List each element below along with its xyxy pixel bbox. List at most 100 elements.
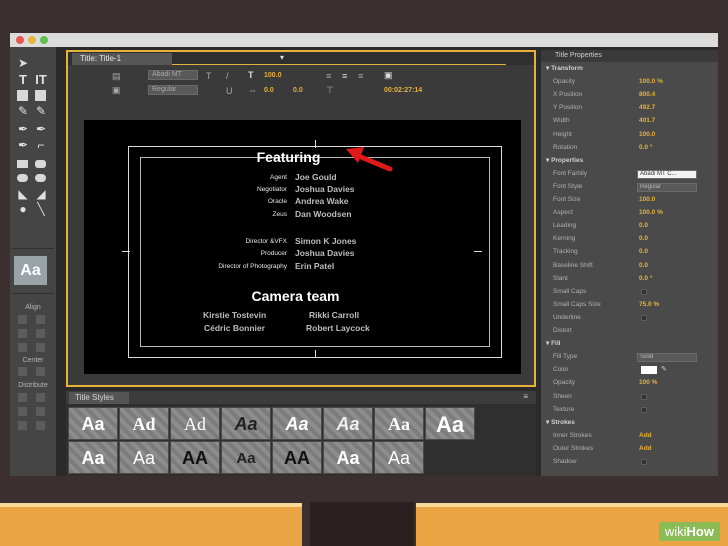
property-row[interactable]: Color ✎ <box>541 365 718 375</box>
maximize-window-button[interactable] <box>40 36 48 44</box>
add-anchor-tool-icon[interactable]: ✒ <box>16 139 30 151</box>
align-middle-icon[interactable] <box>36 329 45 338</box>
property-value[interactable]: 800.4 <box>639 90 655 100</box>
property-value[interactable]: Add <box>639 444 652 454</box>
bold-icon[interactable]: T <box>206 71 212 81</box>
property-checkbox[interactable] <box>641 406 647 413</box>
property-row[interactable]: Outer Strokes Add <box>541 444 718 454</box>
property-row[interactable]: Underline <box>541 313 718 323</box>
timecode[interactable]: 00:02:27:14 <box>384 87 422 94</box>
property-row[interactable]: Small Caps <box>541 287 718 297</box>
distribute-left-icon[interactable] <box>18 393 27 402</box>
property-row[interactable]: Fill Type Solid <box>541 352 718 363</box>
style-swatch[interactable]: Aa <box>221 441 271 474</box>
center-vertical-icon[interactable] <box>36 367 45 376</box>
align-right-icon[interactable] <box>18 343 27 352</box>
center-horizontal-icon[interactable] <box>18 367 27 376</box>
distribute-top-icon[interactable] <box>36 393 45 402</box>
property-value[interactable]: 0.0 <box>639 221 648 231</box>
property-row[interactable]: Kerning 0.0 <box>541 234 718 244</box>
property-row[interactable]: Rotation 0.0 ° <box>541 143 718 153</box>
style-swatch[interactable]: Ad <box>119 407 169 440</box>
title-tab[interactable]: Title: Title-1 <box>72 53 172 65</box>
kerning-value[interactable]: 0.0 <box>264 87 274 94</box>
clipped-corner-tool-icon[interactable] <box>17 174 28 182</box>
area-type-tool-icon[interactable] <box>17 90 28 101</box>
property-row[interactable]: Opacity 100.0 % <box>541 77 718 87</box>
featuring-heading[interactable]: Featuring <box>70 149 507 165</box>
selection-tool-icon[interactable]: ➤ <box>16 57 30 69</box>
distribute-center-icon[interactable] <box>18 407 27 416</box>
style-swatch[interactable]: Aa <box>323 441 373 474</box>
property-value[interactable]: Add <box>639 431 652 441</box>
distribute-bottom-icon[interactable] <box>36 421 45 430</box>
rectangle-tool-icon[interactable] <box>17 160 28 168</box>
property-row[interactable]: ▾ Properties <box>541 156 718 166</box>
property-row[interactable]: X Position 800.4 <box>541 90 718 100</box>
property-row[interactable]: ▾ Fill <box>541 339 718 349</box>
style-swatch[interactable]: Ad <box>170 407 220 440</box>
style-swatch[interactable]: Aa <box>374 441 424 474</box>
roll-crawl-icon[interactable]: ▤ <box>112 71 121 82</box>
property-value[interactable]: 100.0 % <box>639 77 663 87</box>
convert-anchor-tool-icon[interactable]: ⌐ <box>34 139 48 151</box>
delete-anchor-tool-icon[interactable]: ✒ <box>34 123 48 135</box>
style-swatch[interactable]: Aa <box>374 407 424 440</box>
type-tool-icon[interactable]: T <box>16 73 30 86</box>
vertical-path-type-tool-icon[interactable]: ✎ <box>34 105 48 117</box>
property-value[interactable]: 0.0 <box>639 261 648 271</box>
property-value[interactable]: 75.0 % <box>639 300 659 310</box>
rounded-corner-tool-icon[interactable] <box>35 174 46 182</box>
style-swatch[interactable]: Aa <box>323 407 373 440</box>
property-row[interactable]: Width 401.7 <box>541 116 718 126</box>
property-checkbox[interactable] <box>641 314 647 321</box>
property-value[interactable]: 100 % <box>639 378 657 388</box>
font-family-select[interactable]: Abadi MT <box>148 70 198 80</box>
path-type-tool-icon[interactable]: ✎ <box>16 105 30 117</box>
vertical-type-tool-icon[interactable]: IT <box>34 73 48 86</box>
property-checkbox[interactable] <box>641 288 647 295</box>
property-row[interactable]: Height 100.0 <box>541 130 718 140</box>
property-value[interactable]: 0.0 ° <box>639 274 652 284</box>
property-row[interactable]: Font Family Abadi MT C... <box>541 169 718 179</box>
style-swatch[interactable]: Aa <box>119 441 169 474</box>
vertical-area-type-tool-icon[interactable] <box>35 90 46 101</box>
property-value[interactable]: 0.0 <box>639 234 648 244</box>
distribute-middle-icon[interactable] <box>36 407 45 416</box>
property-value[interactable]: 100.0 <box>639 130 655 140</box>
show-video-icon[interactable]: ▣ <box>384 70 393 81</box>
style-swatch[interactable]: AA <box>272 441 322 474</box>
property-value[interactable]: 100.0 <box>639 195 655 205</box>
style-swatch[interactable]: Aa <box>425 407 475 440</box>
align-top-icon[interactable] <box>36 315 45 324</box>
property-row[interactable]: Font Style Regular <box>541 182 718 192</box>
style-swatch[interactable]: Aa <box>68 441 118 474</box>
property-row[interactable]: Small Caps Size 75.0 % <box>541 300 718 310</box>
align-bottom-icon[interactable] <box>36 343 45 352</box>
pen-tool-icon[interactable]: ✒ <box>16 123 30 135</box>
leading-value[interactable]: 0.0 <box>293 87 303 94</box>
property-value[interactable]: 401.7 <box>639 116 655 126</box>
close-window-button[interactable] <box>16 36 24 44</box>
tab-stops-icon[interactable]: ⊤ <box>326 85 334 96</box>
wedge-tool-icon[interactable]: ◣ <box>16 188 30 200</box>
property-row[interactable]: Baseline Shift 0.0 <box>541 261 718 271</box>
italic-icon[interactable]: / <box>226 71 229 81</box>
eyedropper-icon[interactable]: ✎ <box>661 365 667 375</box>
minimize-window-button[interactable] <box>28 36 36 44</box>
color-swatch[interactable] <box>641 366 657 375</box>
chevron-down-icon[interactable]: ▾ <box>280 53 284 62</box>
distribute-right-icon[interactable] <box>18 421 27 430</box>
property-checkbox[interactable] <box>641 459 647 465</box>
style-swatch[interactable]: Aa <box>68 407 118 440</box>
property-row[interactable]: Distort <box>541 326 718 336</box>
property-row[interactable]: Aspect 100.0 % <box>541 208 718 218</box>
align-center-text-icon[interactable]: ≡ <box>342 71 347 81</box>
property-value[interactable]: 100.0 % <box>639 208 663 218</box>
line-tool-icon[interactable]: ╲ <box>34 203 48 215</box>
property-row[interactable]: Opacity 100 % <box>541 378 718 388</box>
template-icon[interactable]: ▣ <box>112 85 121 96</box>
property-row[interactable]: ▾ Transform <box>541 64 718 74</box>
camera-team-heading[interactable]: Camera team <box>77 288 514 304</box>
align-left-text-icon[interactable]: ≡ <box>326 71 331 81</box>
